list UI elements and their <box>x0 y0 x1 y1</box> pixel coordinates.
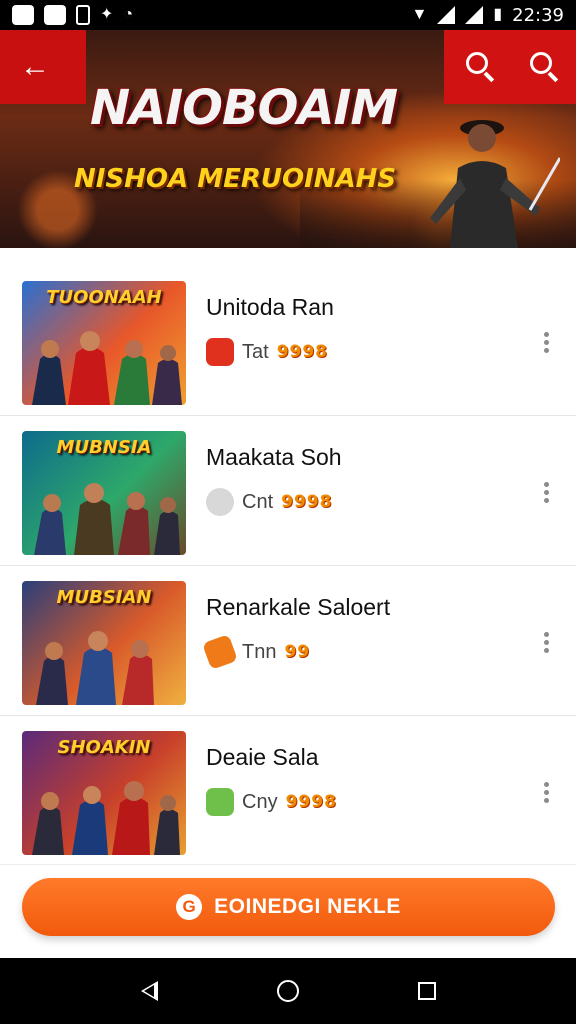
list-item-thumbnail: SHOAKIN <box>22 731 186 855</box>
meta-rating: 9998 <box>285 792 337 812</box>
search-icon <box>530 52 552 74</box>
thumbnail-title: MUBSIAN <box>56 587 152 608</box>
thumbnail-figures <box>32 781 180 855</box>
more-dot-icon <box>543 790 549 795</box>
thumbnail-figures <box>32 331 182 405</box>
meta-rating: 9998 <box>281 492 333 512</box>
list-item-meta: Tat 9998 <box>206 338 328 366</box>
more-dot-icon <box>543 482 549 487</box>
battery-icon: ▮ <box>493 6 503 23</box>
status-bar: ✦ ◔ ▼ ▮ 22:39 <box>0 0 576 30</box>
system-nav-bar <box>0 958 576 1024</box>
list-item-meta: Tnn 99 <box>202 634 311 670</box>
back-button[interactable]: ← <box>20 52 56 82</box>
cta-label: EOINEDGI NEKLE <box>214 895 401 918</box>
meta-label: Tat <box>242 340 269 363</box>
search-button[interactable] <box>464 50 498 84</box>
content-list: TUOONAAH Unitoda Ran Tat 9998 MUBNSIA Ma… <box>0 266 576 866</box>
banner-subtitle: NISHOA MERUOINAHS <box>74 164 397 194</box>
nav-recents-button[interactable] <box>407 971 447 1011</box>
list-item[interactable]: TUOONAAH Unitoda Ran Tat 9998 <box>0 266 576 416</box>
more-dot-icon <box>543 632 549 637</box>
wifi-icon: ▼ <box>411 6 428 23</box>
list-item-title: Unitoda Ran <box>206 294 334 320</box>
more-dot-icon <box>543 490 549 495</box>
search-icon-handle <box>547 71 559 83</box>
more-dot-icon <box>543 332 549 337</box>
thumbnail-title: TUOONAAH <box>46 287 162 308</box>
cast-icon: ◔ <box>123 6 134 23</box>
coin-icon <box>206 488 234 516</box>
more-dot-icon <box>543 340 549 345</box>
more-dot-icon <box>543 348 549 353</box>
list-item[interactable]: SHOAKIN Deaie Sala Cny 9998 <box>0 716 576 866</box>
list-item-meta: Cnt 9998 <box>206 488 332 516</box>
primary-action-button[interactable]: G EOINEDGI NEKLE <box>22 878 555 936</box>
thumbnail-figures <box>34 483 180 555</box>
search-icon <box>466 52 488 74</box>
list-item-meta: Cny 9998 <box>206 788 337 816</box>
meta-label: Cnt <box>242 490 274 513</box>
nav-back-button[interactable] <box>129 971 169 1011</box>
list-item-title: Deaie Sala <box>206 744 319 770</box>
signal-icon <box>437 6 456 24</box>
status-right: ▼ ▮ 22:39 <box>411 5 564 26</box>
search-button-secondary[interactable] <box>528 50 562 84</box>
back-arrow-icon: ← <box>20 50 50 83</box>
back-icon <box>140 981 158 1001</box>
photo-icon <box>76 5 90 25</box>
more-options-button[interactable] <box>540 632 552 658</box>
gift-icon <box>206 338 234 366</box>
app-icon <box>44 5 66 25</box>
list-item[interactable]: MUBNSIA Maakata Soh Cnt 9998 <box>0 416 576 566</box>
thumbnail-figures <box>36 631 154 705</box>
notification-icon: ✦ <box>100 6 114 23</box>
list-item-title: Renarkale Saloert <box>206 594 391 620</box>
list-item-title: Maakata Soh <box>206 444 342 470</box>
list-item-thumbnail: MUBNSIA <box>22 431 186 555</box>
home-icon <box>276 980 299 1002</box>
more-options-button[interactable] <box>540 482 552 508</box>
status-left: ✦ ◔ <box>12 5 133 25</box>
cta-icon: G <box>176 894 203 920</box>
ticket-icon <box>202 634 238 670</box>
meta-rating: 99 <box>284 642 311 662</box>
header-banner: NAIOBOAIM NISHOA MERUOINAHS ← <box>0 30 576 248</box>
more-options-button[interactable] <box>540 782 552 808</box>
hero-figure <box>430 120 560 248</box>
meta-label: Tnn <box>242 640 277 663</box>
more-dot-icon <box>543 498 549 503</box>
status-time: 22:39 <box>512 4 564 26</box>
thumbnail-title: MUBNSIA <box>56 437 152 458</box>
nav-home-button[interactable] <box>268 971 308 1011</box>
list-item-thumbnail: MUBSIAN <box>22 581 186 705</box>
badge-icon <box>206 788 234 816</box>
more-dot-icon <box>543 782 549 787</box>
signal-icon <box>465 6 484 24</box>
list-item[interactable]: MUBSIAN Renarkale Saloert Tnn 99 <box>0 566 576 716</box>
more-options-button[interactable] <box>540 332 552 358</box>
message-icon <box>12 5 34 25</box>
thumbnail-title: SHOAKIN <box>57 737 151 758</box>
more-dot-icon <box>543 648 549 653</box>
meta-label: Cny <box>242 790 278 813</box>
recents-icon <box>417 982 436 1000</box>
more-dot-icon <box>543 798 549 803</box>
list-item-thumbnail: TUOONAAH <box>22 281 186 405</box>
search-icon-handle <box>483 71 495 83</box>
more-dot-icon <box>543 640 549 645</box>
meta-rating: 9998 <box>276 342 329 362</box>
banner-title: NAIOBOAIM <box>90 80 398 136</box>
